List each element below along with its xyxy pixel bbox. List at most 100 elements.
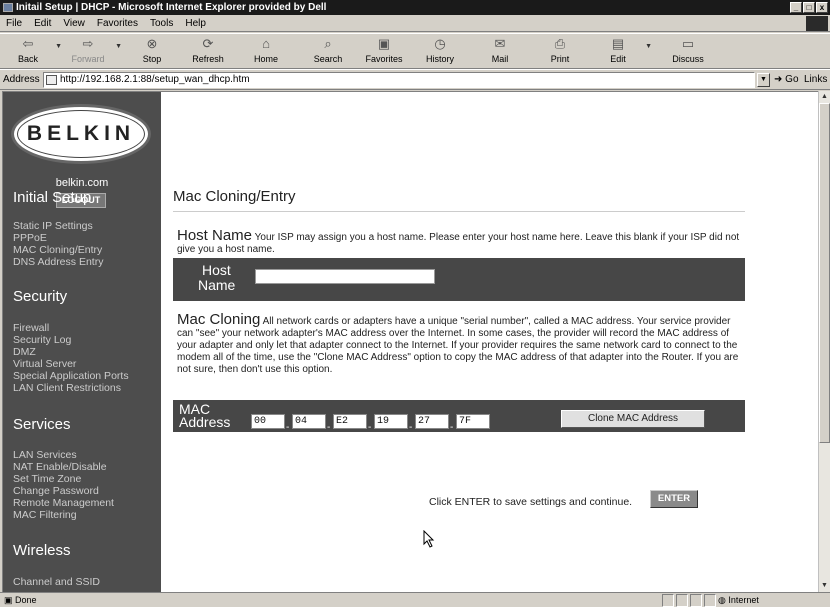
security-zone: ◍ Internet (718, 595, 759, 605)
close-button[interactable]: x (816, 2, 828, 13)
forward-arrow-icon: ⇨ (82, 36, 94, 51)
nav-remote-management[interactable]: Remote Management (13, 497, 114, 509)
enter-button[interactable]: ENTER (650, 490, 698, 508)
menu-file[interactable]: File (0, 18, 28, 29)
refresh-icon: ⟳ (202, 36, 214, 51)
nav-time-zone[interactable]: Set Time Zone (13, 473, 81, 485)
page-icon (46, 75, 57, 85)
menu-bar: File Edit View Favorites Tools Help (0, 15, 830, 32)
mac-octet-4[interactable]: 19 (374, 414, 408, 429)
globe-icon: ◍ (718, 595, 726, 605)
mac-address-row: MAC Address 00 - 04 - E2 - 19 - 27 - 7F … (173, 400, 745, 433)
print-button[interactable]: ⎙ Print (536, 36, 584, 64)
nav-dmz[interactable]: DMZ (13, 346, 36, 358)
nav-static-ip[interactable]: Static IP Settings (13, 220, 93, 232)
history-icon: ◷ (434, 36, 446, 51)
mac-octet-2[interactable]: 04 (292, 414, 326, 429)
host-name-help: Host Name Your ISP may assign you a host… (177, 227, 749, 256)
host-name-input[interactable] (255, 269, 435, 284)
section-security[interactable]: Security (13, 288, 67, 305)
divider (173, 211, 745, 212)
home-icon: ⌂ (262, 36, 270, 51)
mail-button[interactable]: ✉ Mail (476, 36, 524, 64)
nav-lan-client-restrictions[interactable]: LAN Client Restrictions (13, 382, 121, 394)
nav-firewall[interactable]: Firewall (13, 322, 49, 334)
section-initial-setup[interactable]: Initial Setup (13, 189, 91, 206)
stop-button[interactable]: ⊗ Stop (128, 36, 176, 64)
mac-octet-5[interactable]: 27 (415, 414, 449, 429)
go-button[interactable]: ➜ Go (774, 74, 799, 85)
forward-button[interactable]: ⇨ Forward ▼ (64, 36, 122, 64)
nav-mac-filtering[interactable]: MAC Filtering (13, 509, 77, 521)
discuss-icon: ▭ (681, 36, 695, 51)
discuss-button[interactable]: ▭ Discuss (664, 36, 712, 64)
belkin-logo: BELKIN (11, 104, 151, 164)
address-dropdown[interactable]: ▼ (757, 73, 770, 87)
scroll-up-icon[interactable]: ▲ (819, 91, 830, 103)
mac-cloning-help: Mac Cloning All network cards or adapter… (177, 311, 749, 376)
stop-icon: ⊗ (146, 36, 158, 51)
page-done-icon: ▣ (4, 595, 13, 605)
nav-virtual-server[interactable]: Virtual Server (13, 358, 76, 370)
host-label-line2: Name (198, 277, 236, 293)
nav-mac-cloning[interactable]: MAC Cloning/Entry (13, 244, 102, 256)
mac-octet-3[interactable]: E2 (333, 414, 367, 429)
enter-instruction: Click ENTER to save settings and continu… (429, 496, 633, 508)
search-icon: ⌕ (324, 36, 332, 51)
nav-pppoe[interactable]: PPPoE (13, 232, 47, 244)
clone-mac-button[interactable]: Clone MAC Address (561, 410, 705, 428)
maximize-button[interactable]: □ (803, 2, 815, 13)
window-title: Initail Setup | DHCP - Microsoft Interne… (16, 2, 327, 13)
section-wireless[interactable]: Wireless (13, 542, 71, 559)
favorites-button[interactable]: ▣ Favorites (360, 36, 408, 64)
address-url: http://192.168.2.1:88/setup_wan_dhcp.htm (60, 74, 250, 85)
home-button[interactable]: ⌂ Home (242, 36, 290, 64)
host-name-description: Your ISP may assign you a host name. Ple… (177, 232, 740, 255)
nav-change-password[interactable]: Change Password (13, 485, 99, 497)
history-button[interactable]: ◷ History (416, 36, 464, 64)
minimize-button[interactable]: _ (790, 2, 802, 13)
page-title: Mac Cloning/Entry (173, 188, 296, 205)
menu-help[interactable]: Help (179, 18, 212, 29)
print-icon: ⎙ (554, 36, 566, 51)
toolbar: ⇦ Back ▼ ⇨ Forward ▼ ⊗ Stop ⟳ Refresh ⌂ Home ⌕ S… (0, 33, 830, 69)
mouse-pointer-icon (423, 530, 435, 548)
mac-cloning-title: Mac Cloning (177, 311, 261, 328)
menu-edit[interactable]: Edit (28, 18, 57, 29)
menu-view[interactable]: View (57, 18, 91, 29)
belkin-site-link[interactable]: belkin.com (3, 177, 161, 189)
scroll-thumb[interactable] (819, 103, 830, 443)
mac-label-line2: Address (179, 414, 231, 430)
search-button[interactable]: ⌕ Search (304, 36, 352, 64)
links-button[interactable]: Links (804, 74, 827, 85)
edit-icon: ▤ (611, 36, 625, 51)
main-content: Mac Cloning/Entry Host Name Your ISP may… (161, 92, 818, 592)
nav-dns-address[interactable]: DNS Address Entry (13, 256, 103, 268)
status-bar: ▣ Done ◍ Internet (0, 592, 830, 607)
host-name-row: Host Name (173, 258, 745, 301)
back-button[interactable]: ⇦ Back ▼ (4, 36, 62, 64)
mac-octet-1[interactable]: 00 (251, 414, 285, 429)
section-services[interactable]: Services (13, 416, 71, 433)
mac-octet-6[interactable]: 7F (456, 414, 490, 429)
host-name-title: Host Name (177, 227, 253, 244)
browser-window: Initail Setup | DHCP - Microsoft Interne… (0, 0, 830, 607)
refresh-button[interactable]: ⟳ Refresh (184, 36, 232, 64)
mail-icon: ✉ (494, 36, 506, 51)
go-arrow-icon: ➜ (774, 74, 783, 85)
page-viewport: BELKIN belkin.com LOGOUT Initial Setup S… (2, 91, 818, 592)
nav-special-app-ports[interactable]: Special Application Ports (13, 370, 129, 382)
edit-button[interactable]: ▤ Edit ▼ (594, 36, 652, 64)
sidebar: BELKIN belkin.com LOGOUT Initial Setup S… (3, 92, 161, 592)
nav-channel-ssid[interactable]: Channel and SSID (13, 576, 100, 588)
menu-favorites[interactable]: Favorites (91, 18, 144, 29)
nav-lan-services[interactable]: LAN Services (13, 449, 77, 461)
host-label-line1: Host (202, 262, 231, 278)
title-bar: Initail Setup | DHCP - Microsoft Interne… (0, 0, 830, 15)
menu-tools[interactable]: Tools (144, 18, 179, 29)
nav-security-log[interactable]: Security Log (13, 334, 71, 346)
scroll-down-icon[interactable]: ▼ (819, 580, 830, 592)
vertical-scrollbar[interactable]: ▲ ▼ (818, 91, 830, 592)
nav-nat-enable[interactable]: NAT Enable/Disable (13, 461, 107, 473)
address-input[interactable]: http://192.168.2.1:88/setup_wan_dhcp.htm (43, 72, 755, 88)
